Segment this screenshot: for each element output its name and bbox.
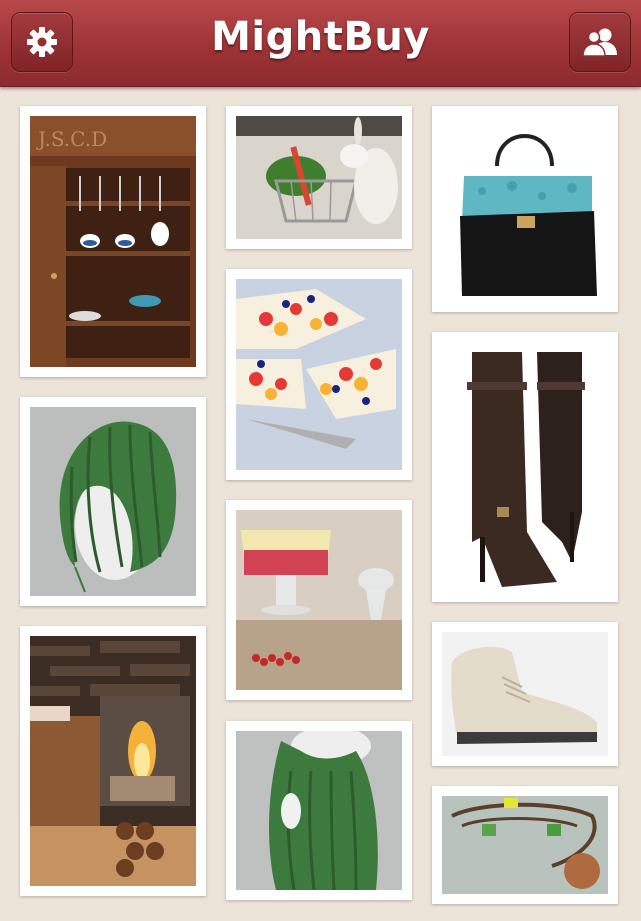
product-card[interactable]	[432, 332, 618, 602]
product-card[interactable]	[432, 622, 618, 766]
product-card[interactable]	[226, 500, 412, 700]
svg-text:J.S.C.D: J.S.C.D	[36, 127, 107, 151]
product-image	[442, 342, 608, 592]
product-card[interactable]	[20, 397, 206, 606]
product-image	[236, 510, 402, 690]
product-card[interactable]	[432, 106, 618, 312]
product-image: J.S.C.D	[30, 116, 196, 367]
friends-icon	[582, 28, 617, 57]
product-image	[236, 731, 402, 890]
product-image	[236, 279, 402, 470]
product-image	[30, 407, 196, 596]
product-image	[442, 632, 608, 756]
navigation-bar: MightBuy	[0, 0, 641, 87]
product-card[interactable]	[226, 269, 412, 480]
product-card[interactable]	[20, 626, 206, 896]
product-image	[442, 796, 608, 894]
product-card[interactable]	[432, 786, 618, 904]
friends-button[interactable]	[569, 12, 631, 72]
app-title: MightBuy	[211, 14, 430, 60]
product-card[interactable]	[226, 106, 412, 249]
product-image	[236, 116, 402, 239]
product-card[interactable]	[226, 721, 412, 900]
product-image	[442, 116, 608, 302]
product-image	[30, 636, 196, 886]
product-card[interactable]: J.S.C.D	[20, 106, 206, 377]
